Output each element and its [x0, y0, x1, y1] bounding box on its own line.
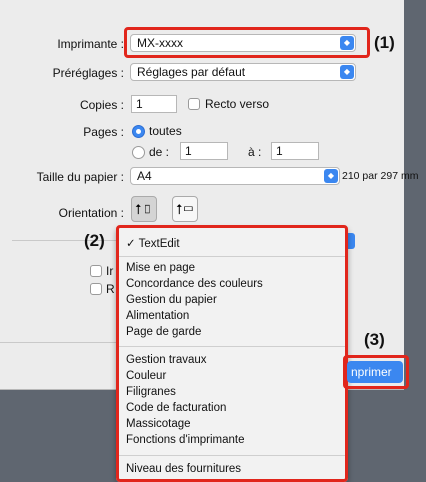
duplex-checkbox[interactable] [188, 98, 200, 110]
pages-range-radio[interactable] [132, 146, 145, 159]
presets-select[interactable]: Réglages par défaut ◆ [130, 63, 356, 81]
hidden-option-checkbox-2[interactable] [90, 283, 102, 295]
copies-input[interactable]: 1 [131, 95, 177, 113]
chevron-updown-icon: ◆ [324, 169, 338, 183]
callout-2: (2) [84, 231, 105, 250]
orientation-label: Orientation : [58, 206, 124, 220]
landscape-orientation-button[interactable]: ⭡▭ [172, 196, 198, 222]
pages-to-input[interactable]: 1 [271, 142, 319, 160]
callout-1: (1) [374, 33, 395, 52]
footer-divider [0, 342, 116, 343]
pages-from-label: de : [149, 145, 170, 159]
paper-size-select[interactable]: A4 ◆ [130, 167, 340, 185]
chevron-updown-icon: ◆ [340, 65, 354, 79]
callout-box-1 [124, 27, 370, 58]
pages-label: Pages : [83, 125, 124, 139]
paper-dimensions: 210 par 297 mm [342, 170, 419, 182]
duplex-label: Recto verso [205, 97, 270, 111]
hidden-option-label-1: Ir [106, 264, 114, 278]
pages-to-label: à : [248, 145, 262, 159]
callout-box-2 [116, 225, 348, 482]
presets-value: Réglages par défaut [137, 65, 246, 79]
copies-label: Copies : [79, 98, 124, 112]
portrait-orientation-button[interactable]: ⭡▯ [131, 196, 157, 222]
panel-select-edge [347, 233, 355, 249]
paper-size-value: A4 [137, 169, 152, 183]
paper-size-label: Taille du papier : [36, 170, 124, 184]
hidden-option-checkbox-1[interactable] [90, 265, 102, 277]
printer-label: Imprimante : [57, 37, 124, 51]
hidden-option-label-2: R [106, 282, 115, 296]
callout-box-3 [343, 355, 409, 389]
pages-all-radio[interactable] [132, 125, 145, 138]
landscape-page-icon: ⭡▭ [176, 201, 194, 217]
callout-3: (3) [364, 330, 385, 349]
portrait-page-icon: ⭡▯ [135, 201, 153, 217]
pages-from-input[interactable]: 1 [180, 142, 228, 160]
pages-all-label: toutes [149, 124, 182, 138]
presets-label: Préréglages : [52, 66, 124, 80]
